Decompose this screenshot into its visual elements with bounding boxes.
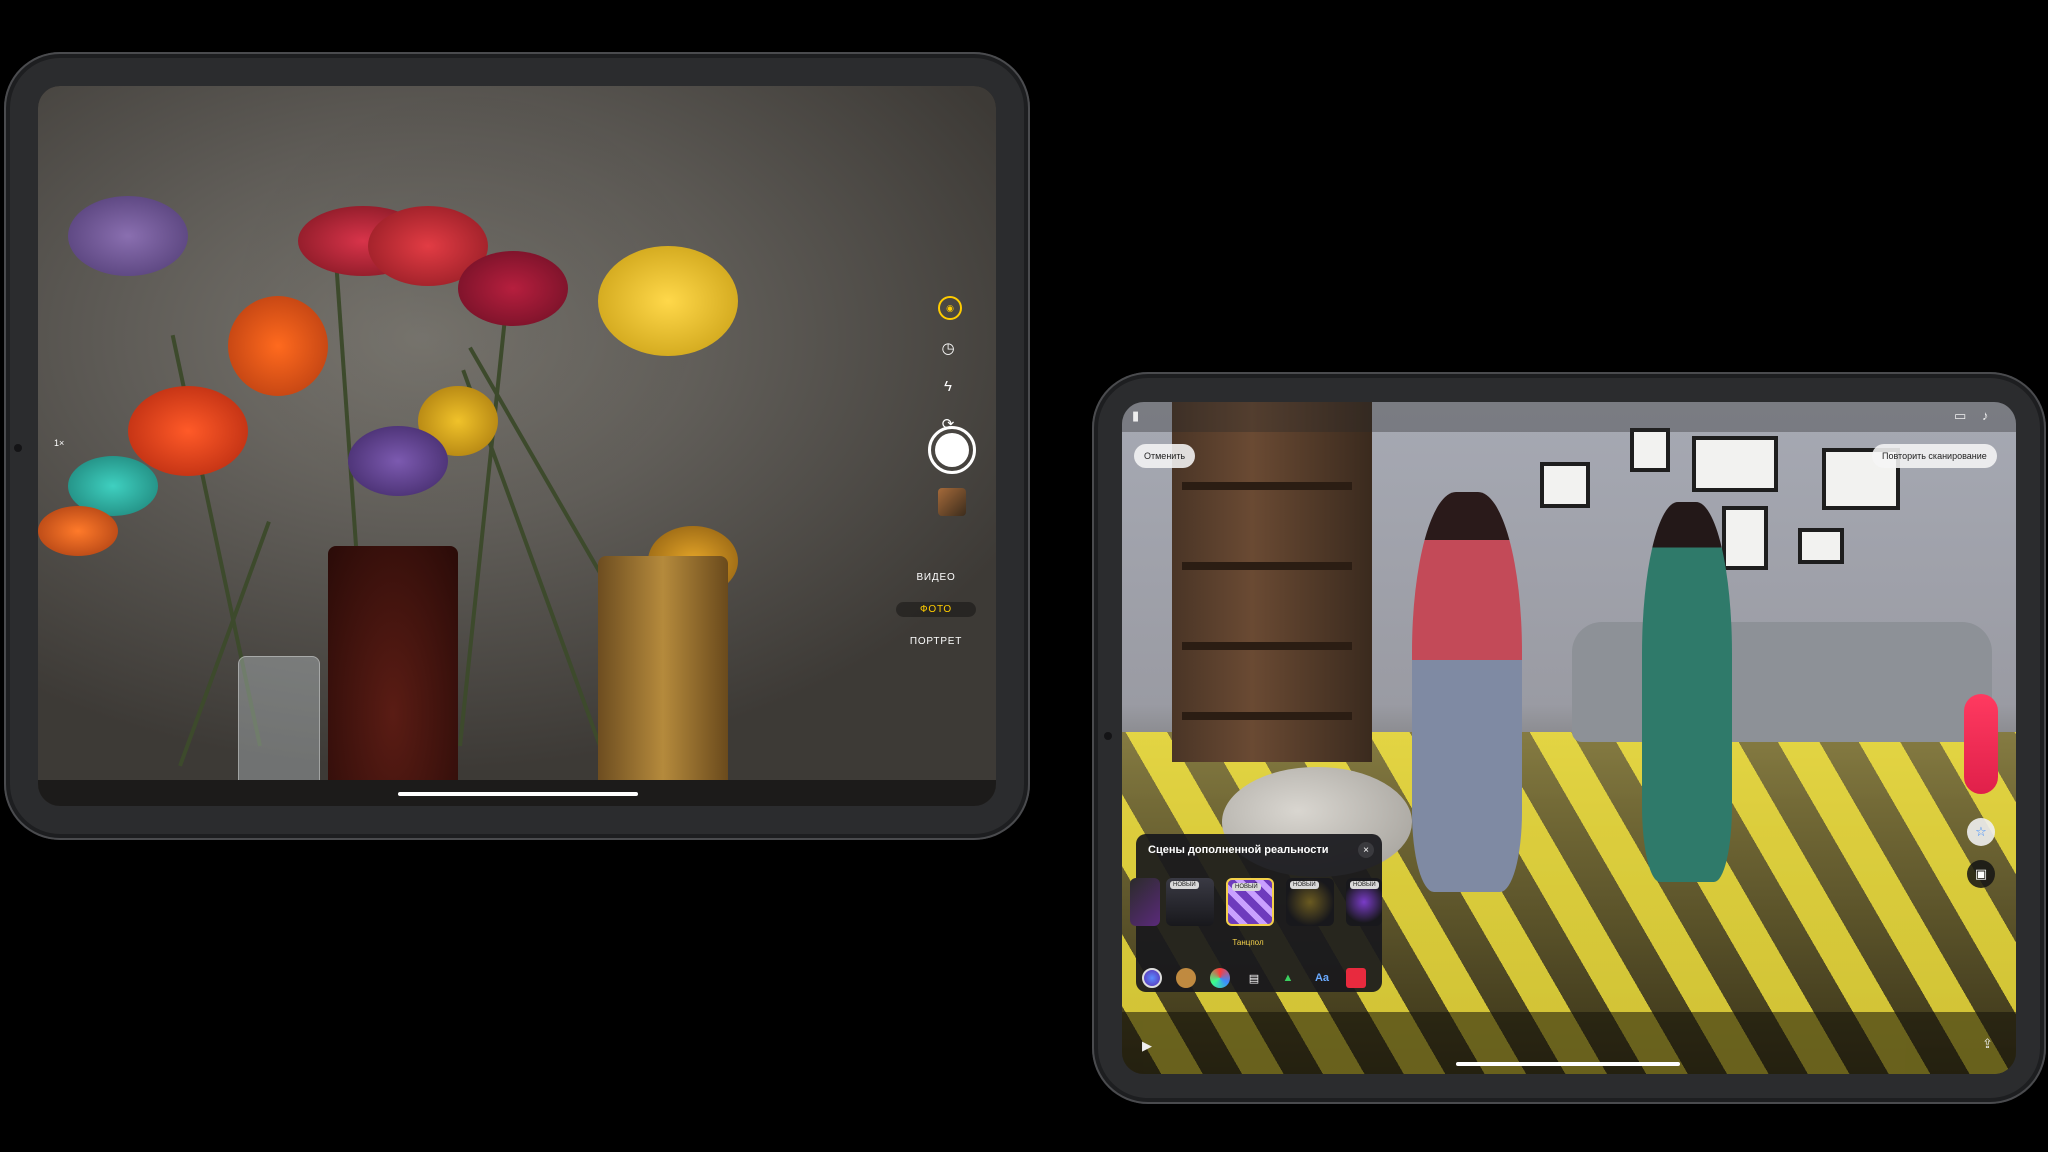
new-badge: НОВЫЙ: [1350, 881, 1379, 889]
red-poppy: [128, 386, 248, 476]
shutter-button[interactable]: [928, 426, 976, 474]
projects-icon[interactable]: ▭: [1954, 408, 1966, 424]
ar-scene-thumb[interactable]: НОВЫЙ: [1346, 878, 1382, 926]
ar-scene-thumb[interactable]: [1130, 878, 1160, 926]
ar-scene-thumb[interactable]: НОВЫЙ: [1166, 878, 1214, 926]
ipad-camera: 1× ◉ ◷ ϟ ⟳ ВИДЕО ФОТО ПОРТРЕТ: [4, 52, 1030, 840]
front-camera-dot: [14, 444, 22, 452]
flash-icon[interactable]: ϟ: [934, 372, 962, 400]
orange-ranunculus: [228, 296, 328, 396]
timer-icon[interactable]: ◷: [934, 334, 962, 362]
stickers-icon[interactable]: [1346, 968, 1366, 988]
mode-photo[interactable]: ФОТО: [896, 602, 976, 617]
share-icon[interactable]: ⇪: [1982, 1036, 1993, 1052]
top-bar: [1122, 402, 2016, 432]
shelf-board: [1182, 482, 1352, 490]
cancel-button[interactable]: Отменить: [1134, 444, 1196, 468]
clear-glass-vase: [238, 656, 320, 788]
close-icon[interactable]: ×: [1358, 842, 1374, 858]
speech-bubble-icon[interactable]: ▤: [1244, 968, 1264, 988]
ar-scene-thumb[interactable]: НОВЫЙ: [1286, 878, 1334, 926]
dancer-right: [1642, 502, 1732, 882]
mode-video[interactable]: ВИДЕО: [896, 572, 976, 583]
yellow-poppy: [598, 246, 738, 356]
shelf-board: [1182, 712, 1352, 720]
new-badge: НОВЫЙ: [1170, 881, 1199, 889]
home-indicator[interactable]: [398, 792, 638, 796]
record-button[interactable]: [1964, 694, 1998, 794]
wall-picture: [1798, 528, 1844, 564]
play-icon[interactable]: ▶: [1142, 1038, 1152, 1054]
text-icon[interactable]: Aa: [1312, 968, 1332, 988]
orange-poppy: [38, 506, 118, 556]
front-camera-dot: [1104, 732, 1112, 740]
filters-icon[interactable]: [1210, 968, 1230, 988]
bookshelf: [1172, 402, 1372, 762]
ipad-clips: ▮ ▭ ♪ Отменить Повторить сканирование Сц…: [1092, 372, 2046, 1104]
mode-portrait[interactable]: ПОРТРЕТ: [896, 636, 976, 647]
new-badge: НОВЫЙ: [1290, 881, 1319, 889]
media-library-icon[interactable]: ▣: [1967, 860, 1995, 888]
wall-picture: [1722, 506, 1768, 570]
ar-scene-dance-floor[interactable]: НОВЫЙ: [1226, 878, 1274, 926]
zoom-label[interactable]: 1×: [54, 438, 64, 448]
selected-scene-caption: Танцпол: [1232, 938, 1264, 947]
ar-scenes-panel: Сцены дополненной реальности × НОВЫЙ НОВ…: [1130, 834, 1382, 992]
rescan-button[interactable]: Повторить сканирование: [1872, 444, 1997, 468]
clips-screen: ▮ ▭ ♪ Отменить Повторить сканирование Сц…: [1122, 402, 2016, 1074]
dark-red-vase: [328, 546, 458, 786]
shelf-board: [1182, 562, 1352, 570]
new-badge: НОВЫЙ: [1232, 883, 1261, 891]
iris-flower: [68, 196, 188, 276]
wall-picture: [1692, 436, 1778, 492]
live-photo-icon[interactable]: ◉: [938, 296, 962, 320]
home-indicator[interactable]: [1456, 1062, 1680, 1066]
memoji-icon[interactable]: [1176, 968, 1196, 988]
scenes-icon[interactable]: ▲: [1278, 968, 1298, 988]
purple-freesia: [348, 426, 448, 496]
shelf-board: [1182, 642, 1352, 650]
last-photo-thumbnail[interactable]: [938, 488, 966, 516]
dancer-left: [1412, 492, 1522, 892]
ar-panel-title: Сцены дополненной реальности: [1148, 844, 1329, 856]
trash-icon[interactable]: ▮: [1132, 408, 1139, 424]
amber-glass-vase: [598, 556, 728, 786]
sofa: [1572, 622, 1992, 742]
ar-scenes-icon[interactable]: [1142, 968, 1162, 988]
wall-picture: [1630, 428, 1670, 472]
ranunculus: [458, 251, 568, 326]
camera-screen: 1× ◉ ◷ ϟ ⟳ ВИДЕО ФОТО ПОРТРЕТ: [38, 86, 996, 806]
effects-star-icon[interactable]: ☆: [1967, 818, 1995, 846]
wall-picture: [1540, 462, 1590, 508]
music-icon[interactable]: ♪: [1982, 408, 1989, 423]
